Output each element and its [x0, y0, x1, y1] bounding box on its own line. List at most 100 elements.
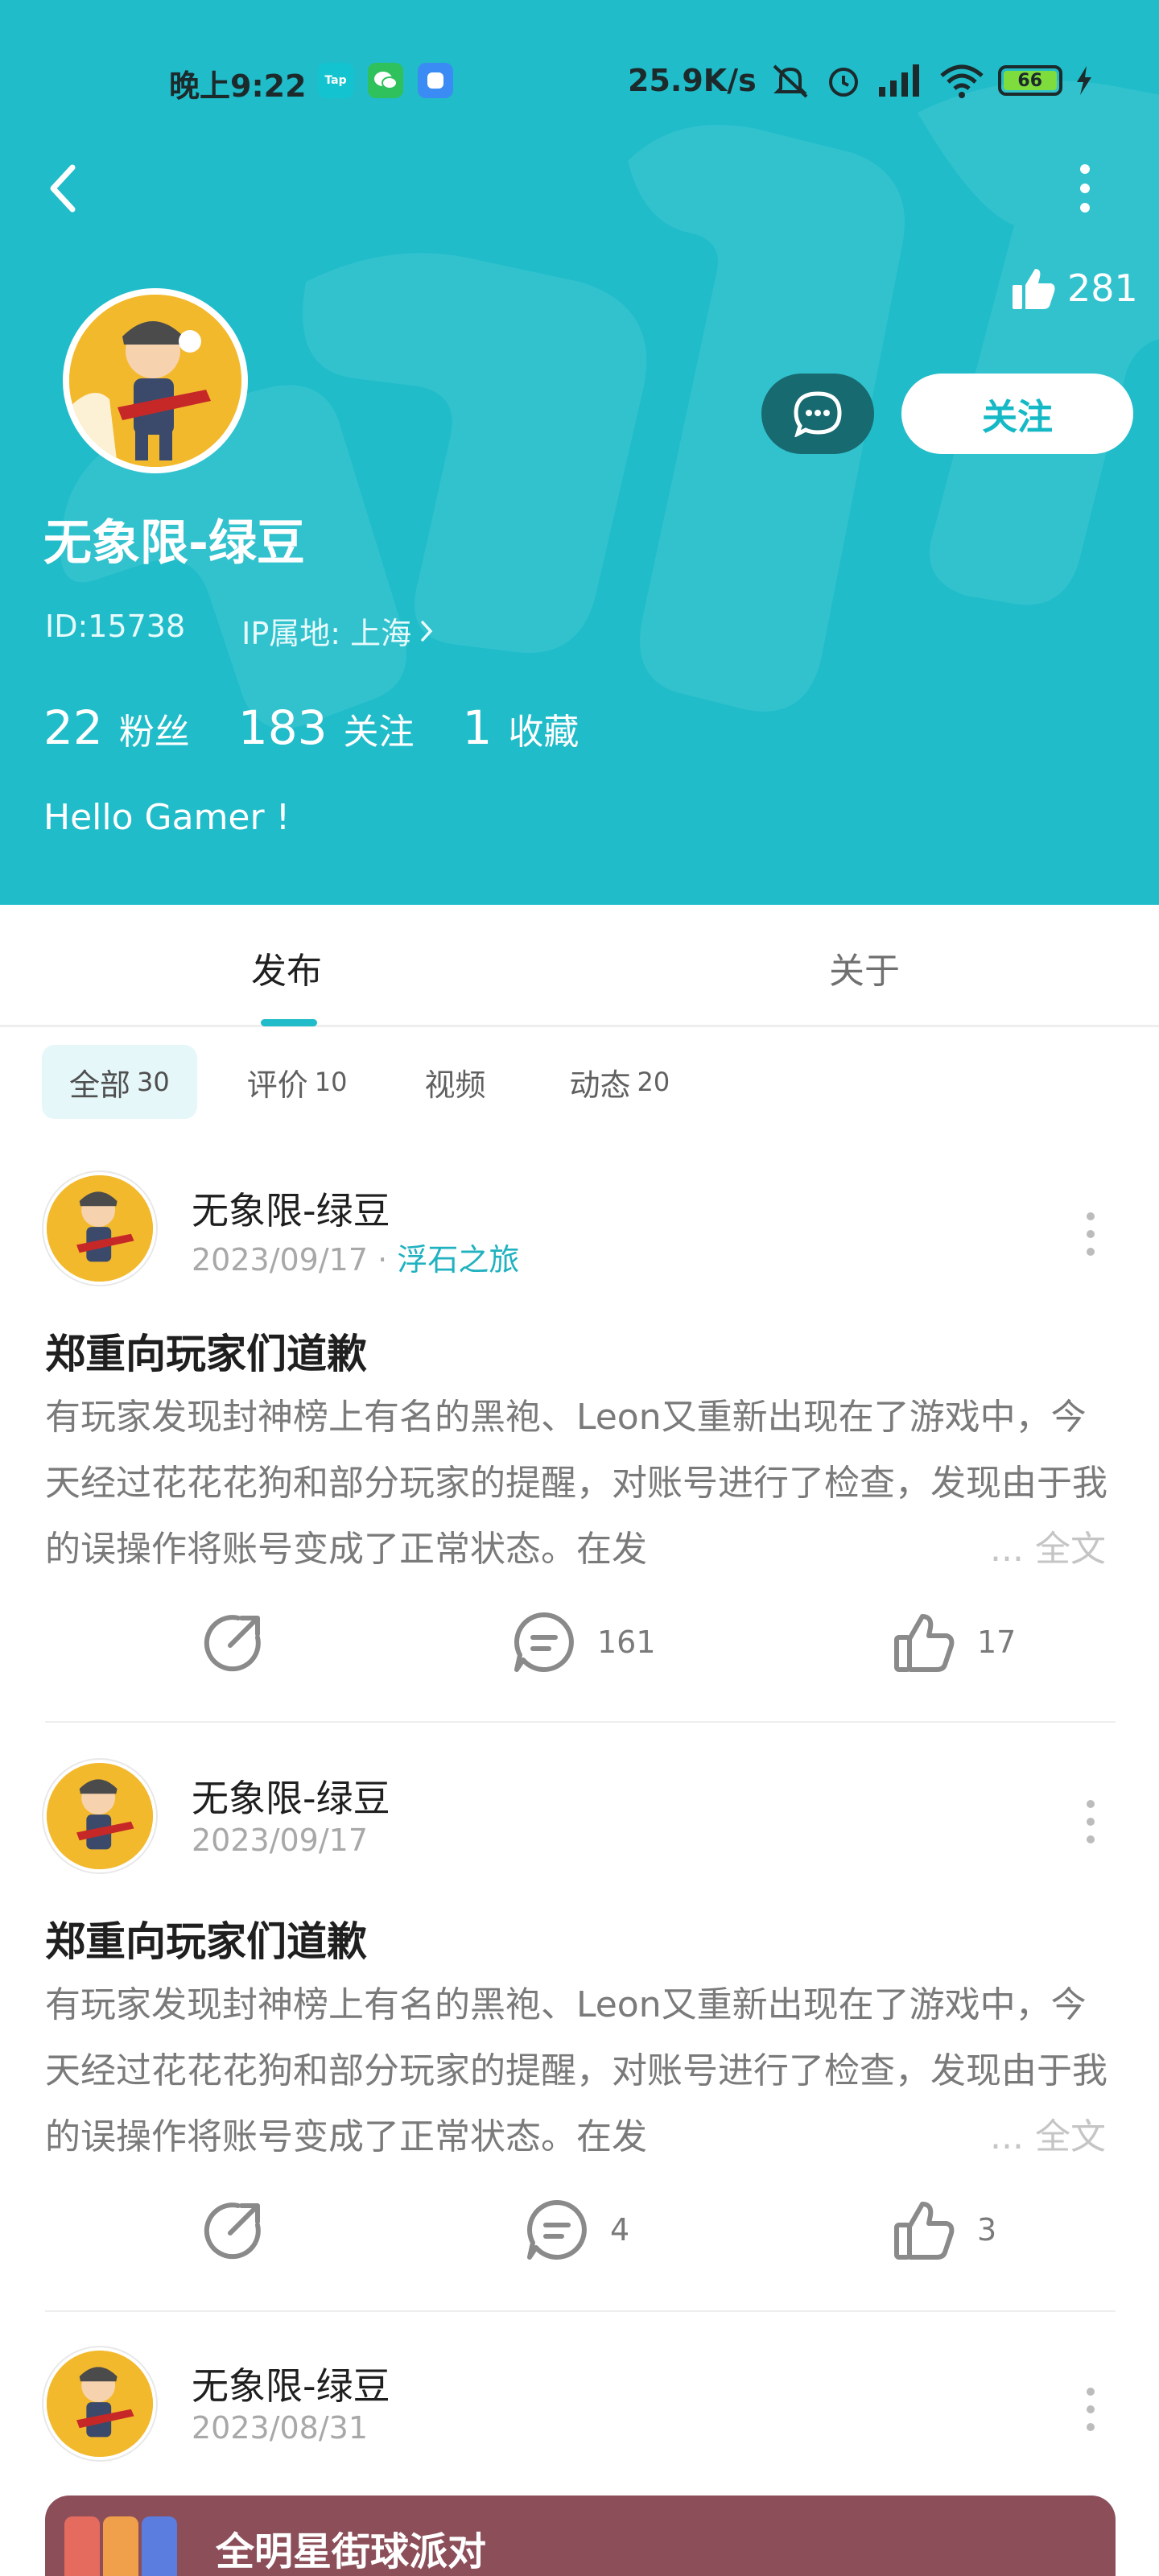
back-button[interactable] [39, 158, 87, 219]
stat-favorites[interactable]: 1 收藏 [463, 700, 580, 755]
signal-icon [878, 64, 919, 97]
filter-reviews[interactable]: 评价 10 [220, 1045, 375, 1119]
post-date: 2023/08/31 [192, 2410, 369, 2446]
like-button[interactable]: 17 [892, 1610, 1016, 1674]
stat-following[interactable]: 183 关注 [238, 700, 415, 755]
alarm-icon [828, 68, 858, 97]
ip-location-text: IP属地: 上海 [241, 616, 412, 651]
profile-tabs: 发布 关于 [0, 905, 1159, 1027]
post-title[interactable]: 郑重向玩家们道歉 [45, 1909, 367, 1967]
message-button[interactable] [761, 374, 874, 454]
thumbs-up-icon [1013, 269, 1055, 309]
wifi-icon [940, 64, 984, 98]
notification-icons: Tap [318, 63, 453, 98]
post-divider [45, 2310, 1116, 2312]
comment-count: 161 [597, 1624, 656, 1660]
filter-moments[interactable]: 动态 20 [542, 1045, 697, 1119]
active-tab-indicator [261, 1019, 317, 1026]
chevron-right-icon [421, 620, 433, 642]
filter-label: 评价 [246, 1067, 308, 1103]
post-item: 无象限-绿豆 2023/09/17 郑重向玩家们道歉 有玩家发现封神榜上有名的黑… [0, 1755, 1159, 2318]
post-actions: 161 17 [0, 1610, 1159, 1690]
profile-stats: 22 粉丝 183 关注 1 收藏 [43, 700, 579, 755]
stat-number: 22 [43, 700, 103, 755]
like-count: 17 [977, 1624, 1017, 1660]
profile-name: 无象限-绿豆 [43, 515, 305, 572]
avatar-illustration [69, 295, 241, 467]
stat-number: 183 [237, 700, 328, 755]
post-game-link[interactable]: 浮石之旅 [397, 1242, 519, 1278]
chevron-left-icon [50, 164, 76, 213]
avatar-illustration [47, 1763, 153, 1869]
stat-fans[interactable]: 22 粉丝 [43, 700, 190, 755]
comment-button[interactable]: 161 [512, 1610, 656, 1674]
chat-app-icon [418, 63, 453, 98]
stat-label: 收藏 [508, 712, 580, 753]
post-body-text: 有玩家发现封神榜上有名的黑袍、Leon又重新出现在了游戏中，今天经过花花花狗和部… [45, 1397, 1107, 1570]
post-author[interactable]: 无象限-绿豆 [192, 2357, 390, 2410]
taptap-icon: Tap [318, 63, 353, 98]
likes-count: 281 [1067, 266, 1138, 310]
profile-meta: ID:15738 IP属地: 上海 [45, 609, 434, 653]
like-button[interactable]: 3 [892, 2198, 996, 2262]
post-title[interactable]: 郑重向玩家们道歉 [45, 1322, 367, 1380]
post-more-button[interactable] [1087, 2388, 1096, 2431]
filter-all[interactable]: 全部 30 [42, 1045, 197, 1119]
game-thumbnail [64, 2516, 177, 2576]
post-meta: 2023/09/17 · 浮石之旅 [192, 1235, 519, 1279]
read-more-link[interactable]: ... 全文 [982, 1517, 1106, 1583]
game-card-title: 全明星街球派对 [216, 2529, 487, 2574]
like-count: 3 [977, 2212, 997, 2248]
stat-number: 1 [462, 700, 493, 755]
avatar-illustration [47, 2351, 153, 2457]
profile-bio: Hello Gamer ! [43, 797, 291, 838]
filter-label: 视频 [424, 1067, 486, 1103]
comment-button[interactable]: 4 [525, 2198, 629, 2262]
post-avatar[interactable] [43, 2347, 156, 2460]
post-actions: 4 3 [0, 2198, 1159, 2278]
avatar-illustration [47, 1175, 153, 1282]
filter-videos[interactable]: 视频 [397, 1045, 519, 1119]
post-body[interactable]: 有玩家发现封神榜上有名的黑袍、Leon又重新出现在了游戏中，今天经过花花花狗和部… [45, 1385, 1116, 1583]
follow-button[interactable]: 关注 [901, 374, 1133, 454]
thumbs-up-icon [894, 2202, 955, 2260]
post-body-text: 有玩家发现封神榜上有名的黑袍、Leon又重新出现在了游戏中，今天经过花花花狗和部… [45, 1984, 1107, 2157]
post-body[interactable]: 有玩家发现封神榜上有名的黑袍、Leon又重新出现在了游戏中，今天经过花花花狗和部… [45, 1972, 1116, 2170]
status-bar: 晚上9:22 Tap 25.9K/s 66 [0, 48, 1159, 113]
ip-location-link[interactable]: IP属地: 上海 [241, 609, 434, 653]
content-filters: 全部 30 评价 10 视频 动态 20 [42, 1045, 697, 1119]
tab-about[interactable]: 关于 [829, 942, 900, 993]
share-button[interactable] [201, 1610, 266, 1674]
meta-separator: · [377, 1242, 388, 1278]
read-more-link[interactable]: ... 全文 [982, 2104, 1106, 2170]
comment-icon [527, 2200, 587, 2260]
post-item: 无象限-绿豆 2023/09/17 · 浮石之旅 郑重向玩家们道歉 有玩家发现封… [0, 1167, 1159, 1731]
post-avatar[interactable] [43, 1760, 156, 1872]
post-author[interactable]: 无象限-绿豆 [192, 1769, 390, 1823]
tab-publish[interactable]: 发布 [251, 942, 322, 993]
stat-label: 关注 [343, 712, 415, 753]
share-icon [204, 2202, 261, 2260]
post-date: 2023/09/17 [192, 1242, 369, 1278]
thumbs-up-icon [894, 1614, 955, 1672]
profile-header: 晚上9:22 Tap 25.9K/s 66 281 关注 无象限-绿豆 ID:1… [0, 0, 1159, 905]
filter-count: 20 [637, 1067, 670, 1097]
battery-level: 66 [1003, 71, 1057, 91]
battery-icon: 66 [997, 65, 1062, 96]
share-icon [204, 1615, 261, 1672]
post-author[interactable]: 无象限-绿豆 [192, 1182, 390, 1235]
post-avatar[interactable] [43, 1172, 156, 1285]
game-card[interactable]: 全明星街球派对 [45, 2496, 1116, 2576]
filter-count: 10 [314, 1067, 348, 1097]
more-options-button[interactable] [1061, 158, 1109, 219]
user-id: ID:15738 [45, 609, 186, 644]
profile-likes: 281 [1011, 266, 1138, 311]
share-button[interactable] [201, 2198, 266, 2262]
mute-icon [773, 64, 808, 98]
filter-count: 30 [137, 1067, 170, 1097]
avatar[interactable] [63, 288, 248, 473]
wechat-icon [368, 63, 403, 98]
post-more-button[interactable] [1087, 1800, 1096, 1843]
net-speed: 25.9K/s [628, 63, 757, 98]
post-more-button[interactable] [1087, 1212, 1096, 1256]
